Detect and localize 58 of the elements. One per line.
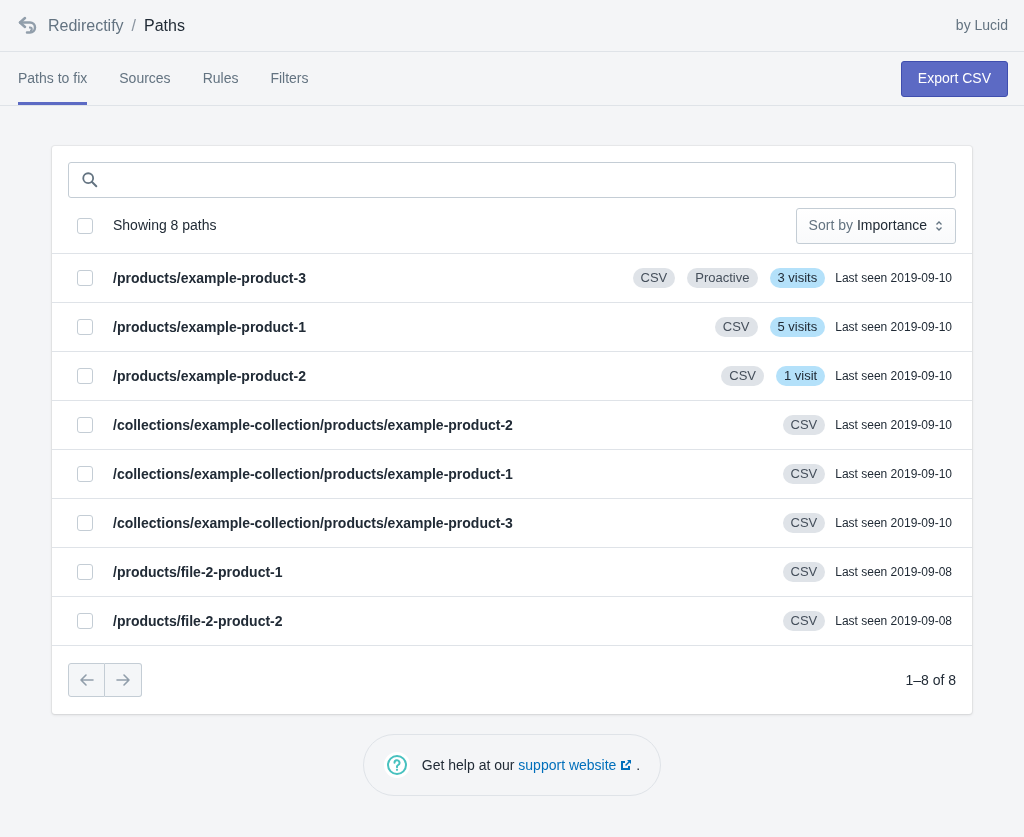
path-link[interactable]: /collections/example-collection/products/example-product-2 <box>113 414 513 436</box>
app-name[interactable]: Redirectify <box>48 13 124 38</box>
source-badge: CSV <box>721 366 764 386</box>
source-badge: CSV <box>782 464 826 484</box>
search-field[interactable] <box>68 162 956 198</box>
path-link[interactable]: /products/example-product-3 <box>113 267 306 289</box>
tab[interactable]: Rules <box>202 52 239 105</box>
last-seen-date: Last seen 2019-09-10 <box>835 417 952 434</box>
path-link[interactable]: /collections/example-collection/products/example-product-1 <box>113 463 513 485</box>
source-badge: CSV <box>714 317 758 337</box>
last-seen-date: Last seen 2019-09-08 <box>835 613 952 630</box>
right-arrow-icon <box>115 672 131 688</box>
source-badge: CSV <box>782 513 826 533</box>
last-seen-date: Last seen 2019-09-10 <box>835 319 952 336</box>
help-icon <box>383 752 410 778</box>
path-link[interactable]: /products/file-2-product-2 <box>113 610 283 632</box>
source-badge: CSV <box>782 562 826 582</box>
checkbox[interactable] <box>77 270 93 286</box>
page-range: 1–8 of 8 <box>905 670 956 690</box>
checkbox[interactable] <box>77 417 93 433</box>
last-seen-date: Last seen 2019-09-10 <box>835 368 952 385</box>
byline: by Lucid <box>955 16 1008 35</box>
path-link[interactable]: /collections/example-collection/products/example-product-3 <box>113 512 513 534</box>
source-badge: CSV <box>782 611 826 631</box>
checkbox[interactable] <box>77 564 93 580</box>
source-badge: Proactive <box>687 268 758 288</box>
export-csv-button[interactable]: Export CSV <box>900 60 1008 97</box>
support-website-link[interactable]: support website <box>518 754 633 776</box>
sort-select[interactable]: Sort by Importance <box>795 207 956 244</box>
source-badge: CSV <box>782 415 826 435</box>
last-seen-date: Last seen 2019-09-10 <box>835 466 952 483</box>
checkbox[interactable] <box>77 515 93 531</box>
last-seen-date: Last seen 2019-09-10 <box>835 270 952 287</box>
path-link[interactable]: /products/example-product-1 <box>113 316 306 338</box>
external-link-icon <box>620 759 633 771</box>
last-seen-date: Last seen 2019-09-08 <box>835 564 952 581</box>
visits-badge: 5 visits <box>769 317 826 337</box>
help-text: Get help at our support website . <box>421 754 641 776</box>
visits-badge: 1 visit <box>776 366 826 386</box>
tab[interactable]: Filters <box>270 52 309 105</box>
source-badge: CSV <box>632 268 676 288</box>
left-arrow-icon <box>78 672 95 688</box>
breadcrumb-separator: / <box>131 15 137 36</box>
checkbox[interactable] <box>77 217 93 234</box>
checkbox[interactable] <box>77 368 93 384</box>
page-title: Paths <box>144 15 185 36</box>
last-seen-date: Last seen 2019-09-10 <box>835 515 952 532</box>
paths-count: Showing 8 paths <box>113 216 217 235</box>
sort-caret-icon <box>935 219 943 232</box>
tab[interactable]: Paths to fix <box>18 52 88 105</box>
checkbox[interactable] <box>77 613 93 629</box>
checkbox[interactable] <box>77 319 93 335</box>
path-link[interactable]: /products/example-product-2 <box>113 365 306 387</box>
checkbox[interactable] <box>77 466 93 482</box>
search-icon <box>81 171 99 189</box>
path-link[interactable]: /products/file-2-product-1 <box>113 561 283 583</box>
tab[interactable]: Sources <box>119 52 171 105</box>
visits-badge: 3 visits <box>769 268 826 288</box>
